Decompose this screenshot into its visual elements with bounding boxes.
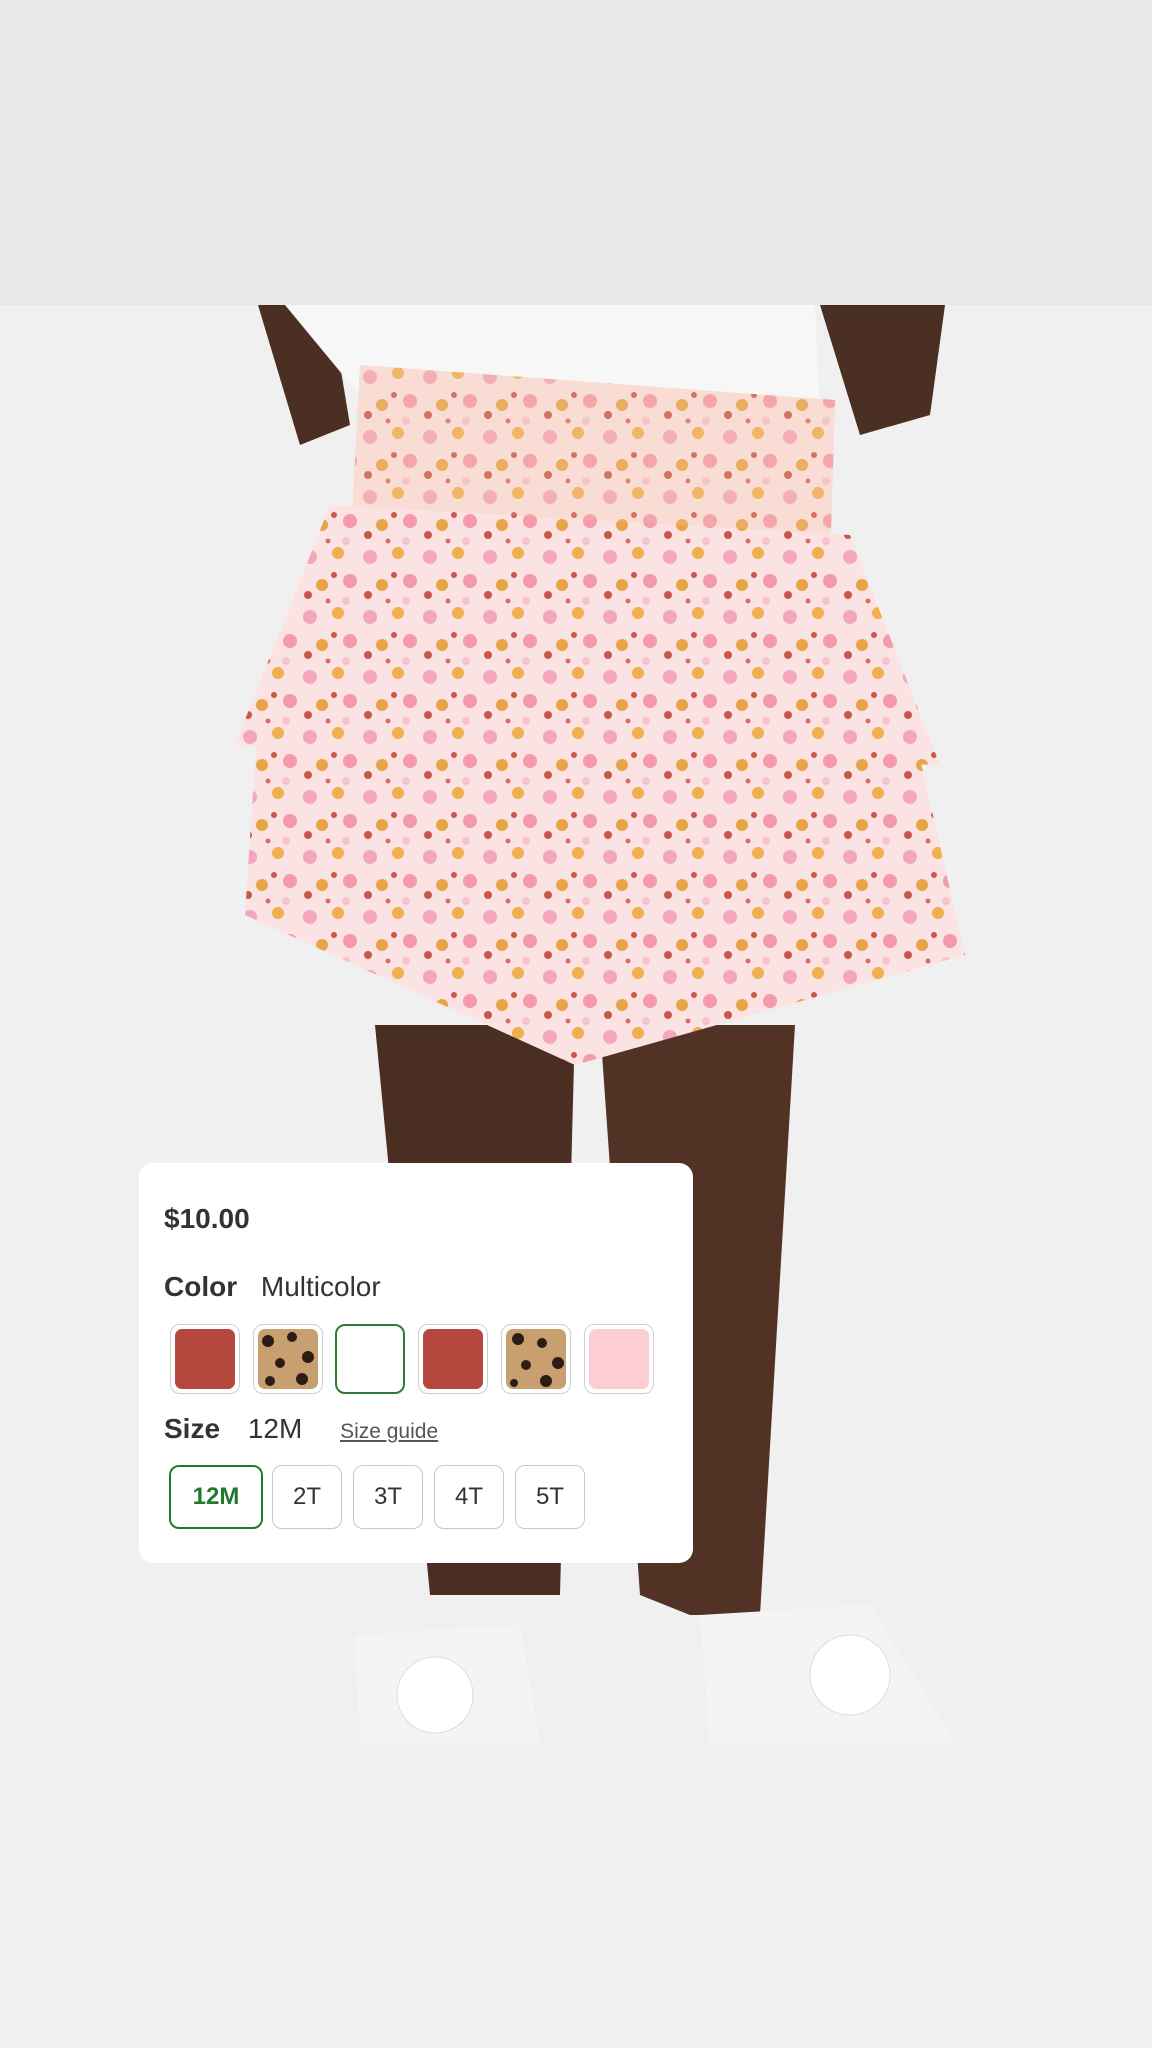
size-row: Size 12M Size guide: [164, 1413, 438, 1445]
size-option-5t[interactable]: 5T: [515, 1465, 585, 1529]
size-value: 12M: [247, 1413, 303, 1444]
swatch-white-selected[interactable]: [335, 1324, 405, 1394]
swatch-red[interactable]: [418, 1324, 488, 1394]
size-option-2t[interactable]: 2T: [272, 1465, 342, 1529]
product-options-card: $10.00 Color Multicolor Size 12M Size gu…: [139, 1163, 693, 1563]
size-option-4t[interactable]: 4T: [434, 1465, 504, 1529]
price: $10.00: [164, 1203, 250, 1234]
color-row: Color Multicolor: [164, 1271, 381, 1303]
swatch-leopard[interactable]: [501, 1324, 571, 1394]
color-label: Color: [164, 1271, 238, 1302]
swatch-pink[interactable]: [584, 1324, 654, 1394]
size-label: Size: [164, 1413, 221, 1444]
size-option-3t[interactable]: 3T: [353, 1465, 423, 1529]
size-option-12m[interactable]: 12M: [169, 1465, 263, 1529]
swatch-red[interactable]: [170, 1324, 240, 1394]
swatch-leopard[interactable]: [253, 1324, 323, 1394]
size-guide-link[interactable]: Size guide: [340, 1420, 438, 1443]
bottom-background: [0, 1743, 1152, 2048]
color-value: Multicolor: [260, 1271, 381, 1302]
top-background: [0, 0, 1152, 305]
